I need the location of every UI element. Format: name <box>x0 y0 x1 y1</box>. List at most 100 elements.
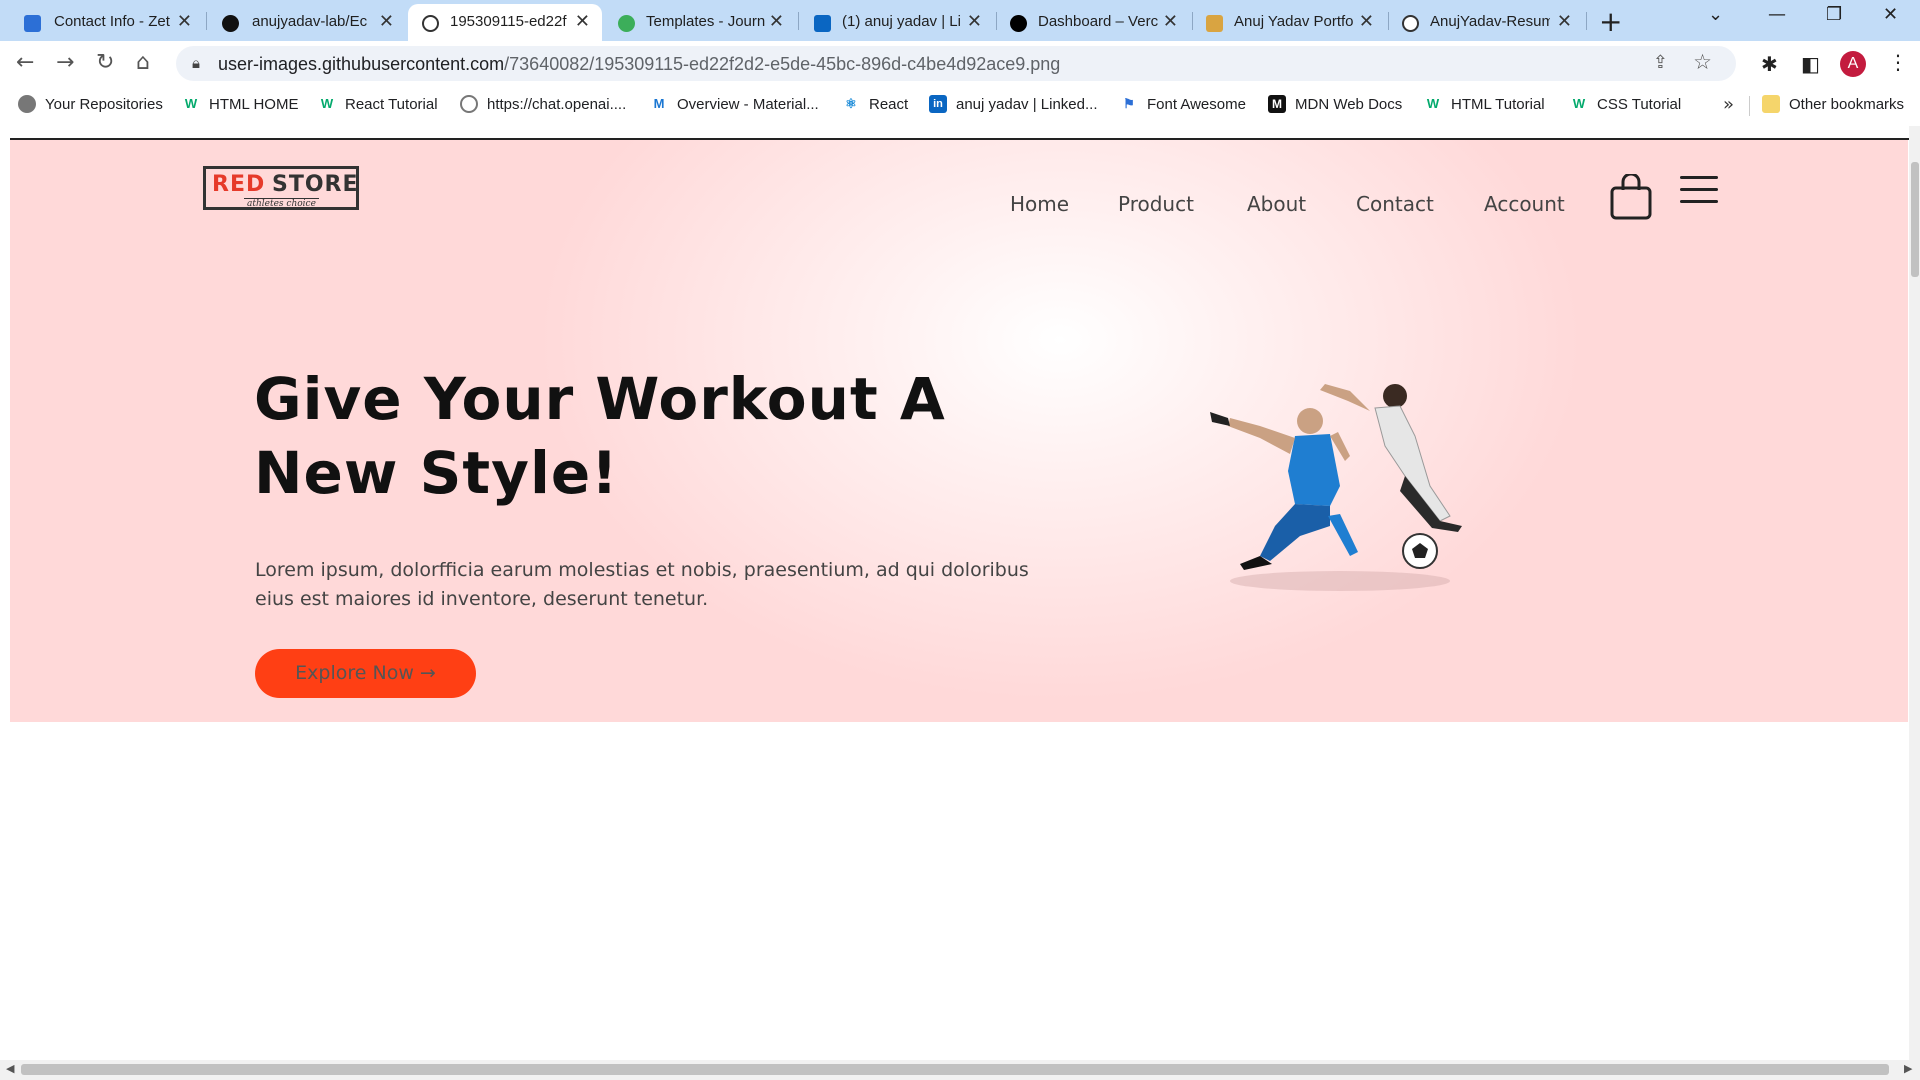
folder-icon <box>1762 95 1780 113</box>
vercel-icon <box>1010 15 1027 32</box>
tab-divider <box>1388 12 1389 30</box>
bookmark-label: anuj yadav | Linked... <box>956 95 1098 113</box>
bookmark-react[interactable]: ⚛ React <box>842 95 908 113</box>
tab-contact-info[interactable]: Contact Info - Zet ✕ <box>0 4 204 41</box>
github-icon <box>222 15 239 32</box>
url-path: /73640082/195309115-ed22f2d2-e5de-45bc-8… <box>504 54 1061 74</box>
tab-title: Dashboard – Verc <box>1038 13 1158 30</box>
close-icon[interactable]: ✕ <box>1359 11 1374 32</box>
bookmark-your-repositories[interactable]: Your Repositories <box>18 95 163 113</box>
bookmark-font-awesome[interactable]: ⚑ Font Awesome <box>1120 95 1246 113</box>
leaf-icon <box>618 15 635 32</box>
vertical-scrollbar[interactable] <box>1909 126 1920 1074</box>
close-icon[interactable]: ✕ <box>967 11 982 32</box>
scroll-right-arrow-icon[interactable]: ▶ <box>1904 1062 1912 1075</box>
plus-icon[interactable]: + <box>1599 5 1622 38</box>
bookmark-css-tutorial[interactable]: W CSS Tutorial <box>1570 95 1681 113</box>
w3schools-icon: W <box>1426 96 1440 111</box>
bookmark-label: MDN Web Docs <box>1295 95 1403 113</box>
logo-store-text: STORE <box>272 172 359 197</box>
minimize-icon[interactable]: — <box>1768 4 1786 25</box>
hero-headline: Give Your Workout A New Style! <box>254 362 1014 510</box>
forward-icon[interactable]: → <box>56 50 74 75</box>
side-panel-icon[interactable]: ◧ <box>1801 52 1820 76</box>
react-icon: ⚛ <box>845 96 857 111</box>
horizontal-scrollbar[interactable]: ◀ ▶ <box>0 1060 1920 1080</box>
tab-portfolio[interactable]: Anuj Yadav Portfo ✕ <box>1194 4 1386 41</box>
tab-title: AnujYadav-Resum <box>1430 13 1550 30</box>
bookmark-label: Font Awesome <box>1147 95 1246 113</box>
hero-section: RED STORE athletes choice Home Product A… <box>10 140 1908 722</box>
tab-search-icon[interactable]: ⌄ <box>1708 4 1723 25</box>
shopping-bag-icon[interactable] <box>1610 174 1652 220</box>
tab-linkedin[interactable]: (1) anuj yadav | Li ✕ <box>800 4 994 41</box>
bookmark-label: HTML Tutorial <box>1451 95 1545 113</box>
tab-title: Templates - Journ <box>646 13 766 30</box>
globe-icon <box>1402 15 1419 32</box>
tab-title: Anuj Yadav Portfo <box>1234 13 1354 30</box>
w3schools-icon: W <box>1572 96 1586 111</box>
tab-divider <box>206 12 207 30</box>
tab-title: 195309115-ed22f <box>450 13 567 30</box>
bookmark-react-tutorial[interactable]: W React Tutorial <box>318 95 438 113</box>
close-icon[interactable]: ✕ <box>1163 11 1178 32</box>
home-icon[interactable]: ⌂ <box>136 50 150 75</box>
nav-home[interactable]: Home <box>1010 192 1069 216</box>
globe-icon <box>422 15 439 32</box>
bookmark-label: CSS Tutorial <box>1597 95 1682 113</box>
close-icon[interactable]: ✕ <box>1557 11 1572 32</box>
tab-vercel[interactable]: Dashboard – Verc ✕ <box>998 4 1190 41</box>
bookmark-linkedin[interactable]: in anuj yadav | Linked... <box>929 95 1098 113</box>
reload-icon[interactable]: ↻ <box>96 50 114 75</box>
explore-now-button[interactable]: Explore Now → <box>255 649 476 698</box>
nav-contact[interactable]: Contact <box>1356 192 1434 216</box>
headline-line-1: Give Your Workout A <box>254 365 946 433</box>
bookmark-star-icon[interactable]: ☆ <box>1693 50 1712 74</box>
tab-github-repo[interactable]: anujyadav-lab/Ec ✕ <box>208 4 406 41</box>
browser-toolbar: ← → ↻ ⌂ 🔒︎ user-images.githubusercontent… <box>0 41 1920 86</box>
close-icon[interactable]: ✕ <box>575 11 590 32</box>
share-icon[interactable]: ⇪ <box>1653 52 1668 73</box>
mdn-icon: M <box>1268 95 1286 113</box>
bookmark-html-home[interactable]: W HTML HOME <box>182 95 299 113</box>
restore-icon[interactable]: ❐ <box>1826 4 1842 25</box>
address-bar[interactable]: 🔒︎ user-images.githubusercontent.com/736… <box>176 46 1736 81</box>
more-menu-icon[interactable]: ⋮ <box>1888 50 1908 74</box>
window-close-icon[interactable]: ✕ <box>1883 4 1898 25</box>
other-bookmarks[interactable]: Other bookmarks <box>1762 95 1904 113</box>
bookmark-html-tutorial[interactable]: W HTML Tutorial <box>1424 95 1545 113</box>
close-icon[interactable]: ✕ <box>177 11 192 32</box>
redstore-logo[interactable]: RED STORE athletes choice <box>203 166 359 210</box>
close-icon[interactable]: ✕ <box>769 11 784 32</box>
bookmark-label: React Tutorial <box>345 95 438 113</box>
close-icon[interactable]: ✕ <box>379 11 394 32</box>
logo-red-text: RED <box>212 172 266 197</box>
vertical-scroll-thumb[interactable] <box>1911 162 1919 277</box>
hamburger-menu-icon[interactable] <box>1680 176 1718 206</box>
tab-divider <box>1192 12 1193 30</box>
zety-icon <box>24 15 41 32</box>
hero-paragraph: Lorem ipsum, dolorfficia earum molestias… <box>255 559 1029 610</box>
bookmark-material-ui[interactable]: M Overview - Material... <box>650 95 819 113</box>
nav-about[interactable]: About <box>1247 192 1306 216</box>
extensions-icon[interactable]: ✱ <box>1761 52 1778 76</box>
scroll-left-arrow-icon[interactable]: ◀ <box>6 1062 14 1075</box>
headline-line-2: New Style! <box>254 439 619 507</box>
url-text[interactable]: user-images.githubusercontent.com/736400… <box>218 54 1060 75</box>
tab-resume[interactable]: AnujYadav-Resum ✕ <box>1390 4 1584 41</box>
lock-icon[interactable]: 🔒︎ <box>192 54 200 72</box>
bookmark-mdn[interactable]: M MDN Web Docs <box>1268 95 1402 113</box>
bookmarks-overflow-icon[interactable]: » <box>1723 94 1734 115</box>
bookmark-chat-openai[interactable]: https://chat.openai.... <box>460 95 626 113</box>
tab-image-active[interactable]: 195309115-ed22f ✕ <box>408 4 602 41</box>
back-icon[interactable]: ← <box>16 50 34 75</box>
football-players-image <box>1210 384 1462 591</box>
profile-avatar[interactable]: A <box>1840 51 1866 77</box>
tab-title: (1) anuj yadav | Li <box>842 13 961 30</box>
bookmark-label: Your Repositories <box>45 95 163 113</box>
tab-divider <box>1586 12 1587 30</box>
tab-templates[interactable]: Templates - Journ ✕ <box>604 4 796 41</box>
horizontal-scroll-thumb[interactable] <box>21 1064 1889 1075</box>
nav-product[interactable]: Product <box>1118 192 1194 216</box>
nav-account[interactable]: Account <box>1484 192 1565 216</box>
